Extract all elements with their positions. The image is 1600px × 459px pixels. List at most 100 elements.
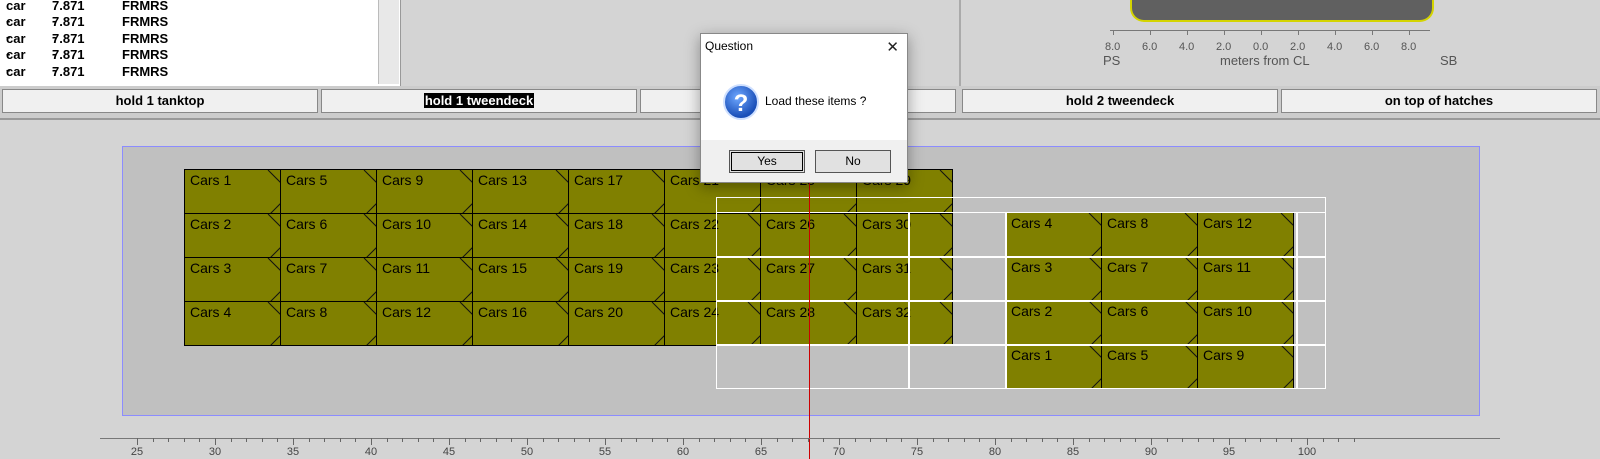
cargo-cell[interactable]: Cars 18 bbox=[568, 213, 665, 258]
ruler-tick bbox=[605, 438, 606, 445]
cargo-cell-label: Cars 24 bbox=[670, 304, 720, 320]
ruler-tick bbox=[761, 438, 762, 445]
ruler-tick bbox=[1120, 438, 1121, 442]
ruler-tick bbox=[371, 438, 372, 445]
ruler-label: 40 bbox=[364, 446, 378, 458]
ruler-tick bbox=[808, 438, 809, 442]
item-code: FRMRS bbox=[122, 14, 169, 29]
close-icon[interactable]: ✕ bbox=[886, 38, 899, 56]
cargo-cell[interactable]: Cars 14 bbox=[472, 213, 569, 258]
cargo-cell[interactable]: Cars 13 bbox=[472, 169, 569, 214]
cargo-cell-label: Cars 15 bbox=[478, 260, 528, 276]
ruler-tick bbox=[153, 438, 154, 442]
ruler-tick bbox=[511, 438, 512, 442]
ruler-tick bbox=[636, 438, 637, 442]
section-scale-tick bbox=[1409, 30, 1410, 35]
ruler-tick bbox=[621, 438, 622, 442]
cargo-cell[interactable]: Cars 16 bbox=[472, 301, 569, 346]
ruler-tick bbox=[714, 438, 715, 442]
ruler-tick bbox=[433, 438, 434, 442]
ruler-tick bbox=[839, 438, 840, 445]
section-scale-tick bbox=[1187, 30, 1188, 35]
ruler-tick bbox=[137, 438, 138, 445]
question-dialog: Question ✕ ? Load these items ? Yes No bbox=[700, 33, 908, 183]
ruler-tick bbox=[215, 438, 216, 445]
cargo-cell[interactable]: Cars 2 bbox=[184, 213, 281, 258]
ruler-label: 75 bbox=[910, 446, 924, 458]
cargo-cell[interactable]: Cars 5 bbox=[280, 169, 377, 214]
cargo-cell[interactable]: Cars 11 bbox=[376, 257, 473, 302]
ruler-tick bbox=[1307, 438, 1308, 445]
section-scale-label: 0.0 bbox=[1253, 41, 1269, 53]
cargo-cell[interactable]: Cars 10 bbox=[376, 213, 473, 258]
cargo-cell[interactable]: Cars 7 bbox=[280, 257, 377, 302]
ruler-tick bbox=[823, 438, 824, 442]
tab-hold-1-tweendeck[interactable]: hold 1 tweendeck bbox=[321, 89, 637, 113]
item-code: FRMRS bbox=[122, 47, 169, 62]
cargo-cell-label: Cars 10 bbox=[382, 216, 432, 232]
ruler-label: 85 bbox=[1066, 446, 1080, 458]
ruler-label: 95 bbox=[1222, 446, 1236, 458]
section-scale-label: 4.0 bbox=[1179, 41, 1195, 53]
cargo-cell[interactable]: Cars 9 bbox=[376, 169, 473, 214]
ruler-tick bbox=[745, 438, 746, 442]
ruler-tick bbox=[184, 438, 185, 442]
ruler-tick bbox=[933, 438, 934, 442]
item-code: FRMRS bbox=[122, 64, 169, 79]
cargo-cell-label: Cars 6 bbox=[286, 216, 328, 232]
ruler-tick bbox=[465, 438, 466, 442]
ruler-tick bbox=[901, 438, 902, 442]
cargo-cell[interactable]: Cars 15 bbox=[472, 257, 569, 302]
cargo-cell[interactable]: Cars 19 bbox=[568, 257, 665, 302]
section-scale-label: 2.0 bbox=[1216, 41, 1232, 53]
tab-hold-1-tanktop[interactable]: hold 1 tanktop bbox=[2, 89, 318, 113]
ruler-tick bbox=[589, 438, 590, 442]
ruler-tick bbox=[995, 438, 996, 445]
section-scale-label: 6.0 bbox=[1364, 41, 1380, 53]
hatch-outline-line bbox=[716, 256, 1326, 258]
ruler-tick bbox=[231, 438, 232, 442]
ruler-tick bbox=[1057, 438, 1058, 442]
ruler-tick bbox=[355, 438, 356, 442]
ruler-tick bbox=[402, 438, 403, 442]
cargo-cell[interactable]: Cars 12 bbox=[376, 301, 473, 346]
list-scrollbar[interactable] bbox=[378, 0, 399, 84]
ruler-tick bbox=[1135, 438, 1136, 442]
ruler-tick bbox=[1104, 438, 1105, 442]
section-scale-tick bbox=[1113, 30, 1114, 35]
section-scale-tick bbox=[1298, 30, 1299, 35]
ruler-label: 55 bbox=[598, 446, 612, 458]
tab-on-top-of-hatches[interactable]: on top of hatches bbox=[1281, 89, 1597, 113]
hatch-outline-line bbox=[1005, 212, 1007, 388]
ruler-tick bbox=[1276, 438, 1277, 442]
cargo-cell-label: Cars 13 bbox=[478, 172, 528, 188]
ruler-label: 25 bbox=[130, 446, 144, 458]
cargo-cell[interactable]: Cars 4 bbox=[184, 301, 281, 346]
ruler-tick bbox=[246, 438, 247, 442]
cargo-cell[interactable]: Cars 8 bbox=[280, 301, 377, 346]
cargo-cell-label: Cars 3 bbox=[190, 260, 232, 276]
cargo-cell[interactable]: Cars 1 bbox=[184, 169, 281, 214]
yes-button[interactable]: Yes bbox=[729, 150, 805, 173]
position-marker bbox=[809, 142, 810, 459]
section-scale-tick bbox=[1372, 30, 1373, 35]
ruler-tick bbox=[792, 438, 793, 442]
ruler-tick bbox=[777, 438, 778, 442]
no-button[interactable]: No bbox=[815, 150, 891, 173]
ruler-tick bbox=[543, 438, 544, 442]
cargo-cell-label: Cars 12 bbox=[382, 304, 432, 320]
ruler-tick bbox=[667, 438, 668, 442]
ruler-axis bbox=[100, 438, 1500, 439]
ruler-tick bbox=[1151, 438, 1152, 445]
ruler-tick bbox=[1073, 438, 1074, 445]
cargo-cell-label: Cars 9 bbox=[382, 172, 424, 188]
cargo-cell-label: Cars 19 bbox=[574, 260, 624, 276]
cargo-cell[interactable]: Cars 20 bbox=[568, 301, 665, 346]
ruler-tick bbox=[262, 438, 263, 442]
cargo-cell[interactable]: Cars 17 bbox=[568, 169, 665, 214]
hatch-outline-line bbox=[908, 212, 910, 388]
tab-hold-2-tweendeck[interactable]: hold 2 tweendeck bbox=[962, 89, 1278, 113]
cargo-cell[interactable]: Cars 6 bbox=[280, 213, 377, 258]
cargo-cell[interactable]: Cars 3 bbox=[184, 257, 281, 302]
cargo-list[interactable]: car - 7.871 - FRMRS car - 7.871 - FRMRS … bbox=[0, 0, 401, 94]
